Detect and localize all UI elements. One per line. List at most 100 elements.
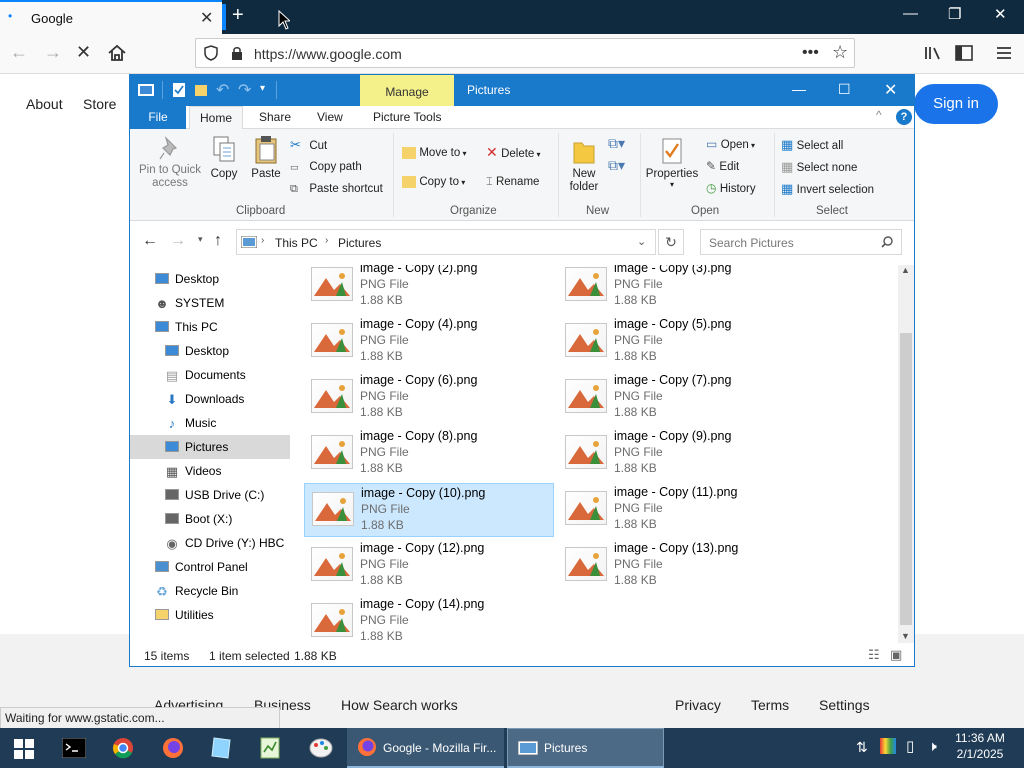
copy-to-button[interactable]: Copy to ▾ [402, 174, 465, 188]
nav-item-usb-drive-c-[interactable]: USB Drive (C:) [130, 483, 290, 507]
taskbar-firefox-window[interactable]: Google - Mozilla Fir... [347, 728, 504, 768]
nav-item-this-pc[interactable]: This PC [130, 315, 290, 339]
back-icon[interactable]: ← [142, 232, 158, 250]
select-none-button[interactable]: ▦ Select none [781, 159, 857, 175]
tab-file[interactable]: File [130, 106, 186, 129]
redo-icon[interactable]: ↷ [238, 80, 251, 100]
manage-tab[interactable]: Manage [360, 75, 454, 106]
scrollbar-thumb[interactable] [900, 333, 912, 625]
file-item[interactable]: image - Copy (9).png PNG File 1.88 KB [558, 427, 808, 481]
pin-to-quick-access-button[interactable]: Pin to Quick access [138, 135, 202, 199]
volume-muted-icon[interactable]: 🕨 [928, 738, 937, 755]
explorer-minimize-icon[interactable]: — [792, 81, 806, 97]
restore-icon[interactable]: ❐ [948, 5, 961, 23]
file-item[interactable]: image - Copy (10).png PNG File 1.88 KB [304, 483, 554, 537]
sign-in-button[interactable]: Sign in [914, 84, 998, 124]
new-tab-button[interactable]: + [232, 4, 244, 27]
close-tab-icon[interactable]: ✕ [200, 8, 213, 28]
nav-item-desktop[interactable]: Desktop [130, 267, 290, 291]
privacy-link[interactable]: Privacy [675, 697, 721, 713]
breadcrumb-chevron-icon-2[interactable]: › [325, 235, 328, 246]
nav-item-documents[interactable]: ▤ Documents [130, 363, 290, 387]
breadcrumb-chevron-icon[interactable]: › [261, 235, 264, 246]
new-folder-qat-icon[interactable] [194, 83, 208, 97]
file-item[interactable]: image - Copy (11).png PNG File 1.88 KB [558, 483, 808, 537]
file-item[interactable]: image - Copy (5).png PNG File 1.88 KB [558, 315, 808, 369]
nav-item-desktop[interactable]: Desktop [130, 339, 290, 363]
file-item[interactable]: image - Copy (6).png PNG File 1.88 KB [304, 371, 554, 425]
how-search-works-link[interactable]: How Search works [341, 697, 458, 713]
page-actions-icon[interactable]: ••• [802, 44, 819, 62]
move-to-button[interactable]: Move to ▾ [402, 145, 467, 159]
vertical-scrollbar[interactable]: ▲ ▼ [898, 265, 914, 643]
search-box[interactable]: Search Pictures [700, 229, 902, 255]
nav-item-pictures[interactable]: Pictures [130, 435, 290, 459]
home-icon[interactable] [107, 44, 127, 62]
network-icon[interactable]: ⇅ [856, 739, 868, 756]
forward-icon[interactable]: → [170, 232, 186, 250]
stop-icon[interactable]: ✕ [76, 42, 91, 63]
help-icon[interactable]: ? [896, 109, 912, 125]
delete-button[interactable]: ✕ Delete ▾ [486, 144, 541, 161]
nav-item-control-panel[interactable]: Control Panel [130, 555, 290, 579]
file-item[interactable]: image - Copy (4).png PNG File 1.88 KB [304, 315, 554, 369]
tab-picture-tools[interactable]: Picture Tools [373, 110, 441, 124]
edit-button[interactable]: ✎ Edit [706, 159, 739, 173]
collapse-ribbon-icon[interactable]: ^ [876, 108, 882, 122]
close-window-icon[interactable]: ✕ [994, 5, 1007, 23]
file-item[interactable]: image - Copy (8).png PNG File 1.88 KB [304, 427, 554, 481]
clock[interactable]: 11:36 AM 2/1/2025 [950, 731, 1010, 761]
tab-home[interactable]: Home [189, 106, 243, 130]
history-button[interactable]: ◷ History [706, 181, 756, 195]
file-item[interactable]: image - Copy (13).png PNG File 1.88 KB [558, 539, 808, 593]
minimize-icon[interactable]: — [903, 5, 918, 22]
tab-share[interactable]: Share [259, 110, 291, 124]
terms-link[interactable]: Terms [751, 697, 789, 713]
file-item[interactable]: image - Copy (3).png PNG File 1.88 KB [558, 265, 808, 313]
nav-item-boot-x-[interactable]: Boot (X:) [130, 507, 290, 531]
task-manager-icon[interactable] [260, 736, 280, 760]
notepad-icon[interactable] [210, 736, 232, 760]
about-link[interactable]: About [26, 96, 63, 112]
scroll-up-icon[interactable]: ▲ [901, 265, 910, 275]
settings-link[interactable]: Settings [819, 697, 870, 713]
back-icon[interactable]: ← [10, 42, 28, 63]
url-text[interactable]: https://www.google.com [254, 46, 402, 62]
file-item[interactable]: image - Copy (12).png PNG File 1.88 KB [304, 539, 554, 593]
explorer-maximize-icon[interactable]: ☐ [838, 81, 851, 98]
new-item-icon[interactable]: ⧉▾ [608, 135, 625, 152]
easy-access-icon[interactable]: ⧉▾ [608, 157, 625, 174]
new-folder-button[interactable]: New folder [564, 137, 604, 194]
address-bar[interactable]: › This PC › Pictures ⌄ [236, 229, 656, 255]
store-link[interactable]: Store [83, 96, 116, 112]
address-dropdown-icon[interactable]: ⌄ [637, 235, 646, 248]
undo-icon[interactable]: ↶ [216, 80, 229, 100]
search-icon[interactable] [881, 236, 893, 248]
customize-qat-icon[interactable]: ▾ [260, 83, 265, 94]
explorer-close-icon[interactable]: ✕ [884, 80, 897, 100]
nav-item-music[interactable]: ♪ Music [130, 411, 290, 435]
menu-icon[interactable] [996, 45, 1012, 61]
file-item[interactable]: image - Copy (14).png PNG File 1.88 KB [304, 595, 554, 645]
file-item[interactable]: image - Copy (2).png PNG File 1.88 KB [304, 265, 554, 313]
chrome-icon[interactable] [112, 737, 134, 759]
breadcrumb-this-pc[interactable]: This PC [275, 236, 318, 250]
tab-view[interactable]: View [317, 110, 343, 124]
tab-google[interactable]: • Google ✕ [0, 0, 222, 34]
url-bar[interactable]: https://www.google.com ••• ☆ [195, 38, 855, 68]
nav-item-cd-drive-y-hbc[interactable]: ◉ CD Drive (Y:) HBC [130, 531, 290, 555]
usb-icon[interactable]: ▯ [906, 737, 914, 755]
sidebar-icon[interactable] [955, 45, 973, 61]
invert-selection-button[interactable]: ▦ Invert selection [781, 181, 874, 197]
nav-item-downloads[interactable]: ⬇ Downloads [130, 387, 290, 411]
details-view-icon[interactable]: ☷ [868, 647, 880, 663]
properties-qat-icon[interactable] [172, 82, 186, 98]
taskbar-explorer-window[interactable]: Pictures [507, 728, 664, 768]
file-item[interactable]: image - Copy (7).png PNG File 1.88 KB [558, 371, 808, 425]
large-icons-view-icon[interactable]: ▣ [890, 647, 902, 663]
copy-button[interactable]: Copy [204, 135, 244, 199]
nav-item-utilities[interactable]: Utilities [130, 603, 290, 627]
recent-locations-icon[interactable]: ▾ [198, 234, 203, 245]
forward-icon[interactable]: → [44, 42, 62, 63]
windows-start-icon[interactable] [14, 739, 34, 759]
